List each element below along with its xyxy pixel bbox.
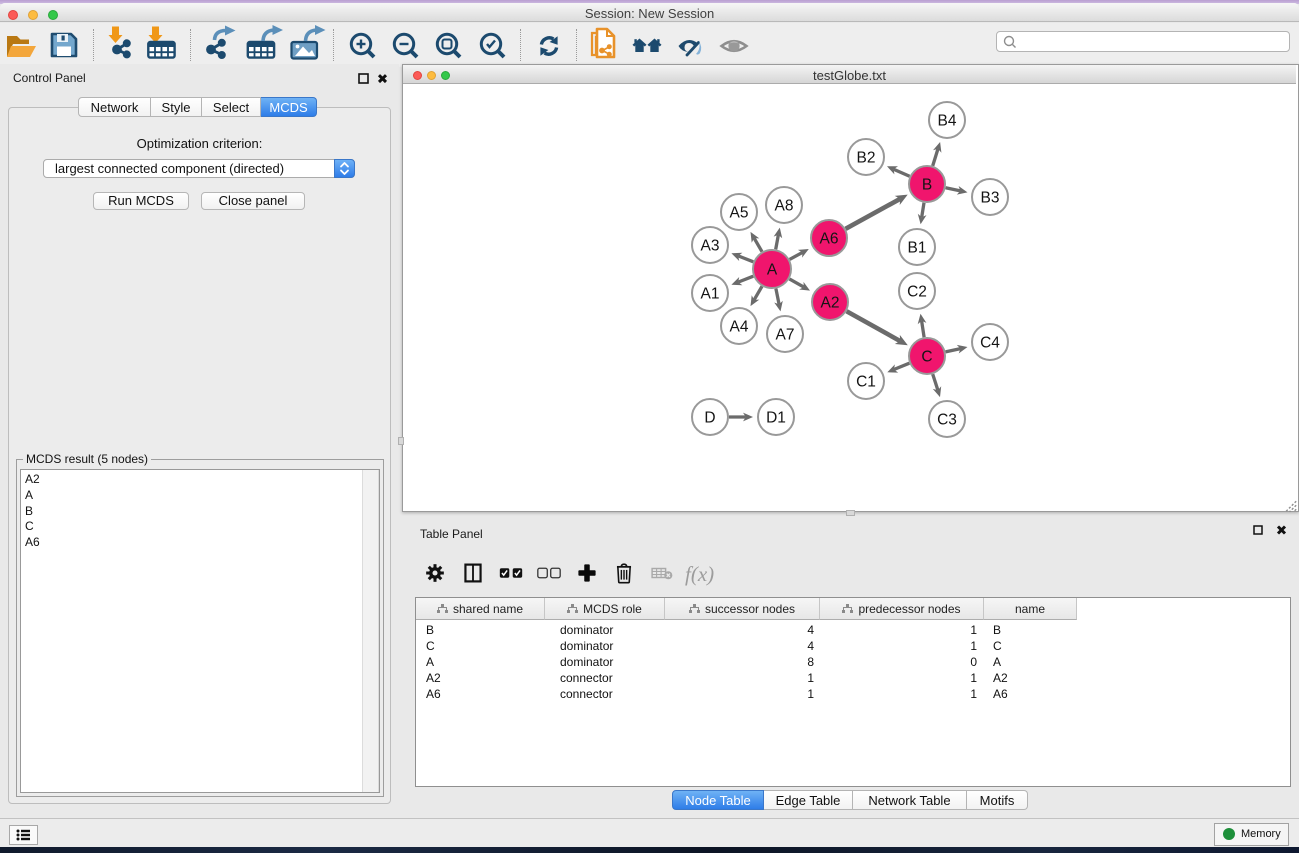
svg-text:A2: A2 (821, 295, 840, 312)
svg-text:D: D (704, 410, 715, 427)
svg-text:B4: B4 (938, 113, 957, 130)
svg-text:B3: B3 (981, 190, 1000, 207)
svg-text:A6: A6 (820, 231, 839, 248)
svg-text:D1: D1 (766, 410, 786, 427)
svg-text:B1: B1 (908, 240, 927, 257)
svg-text:A7: A7 (776, 327, 795, 344)
svg-text:A8: A8 (775, 198, 794, 215)
svg-text:C1: C1 (856, 374, 876, 391)
svg-text:A: A (767, 262, 778, 279)
svg-text:A1: A1 (701, 286, 720, 303)
svg-text:C: C (921, 349, 932, 366)
svg-text:B: B (922, 177, 932, 194)
svg-text:f(x): f(x) (685, 562, 714, 586)
svg-text:C3: C3 (937, 412, 957, 429)
svg-text:B2: B2 (857, 150, 876, 167)
svg-text:A5: A5 (730, 205, 749, 222)
svg-text:A4: A4 (730, 319, 749, 336)
svg-text:C2: C2 (907, 284, 927, 301)
svg-text:C4: C4 (980, 335, 1000, 352)
svg-text:A3: A3 (701, 238, 720, 255)
